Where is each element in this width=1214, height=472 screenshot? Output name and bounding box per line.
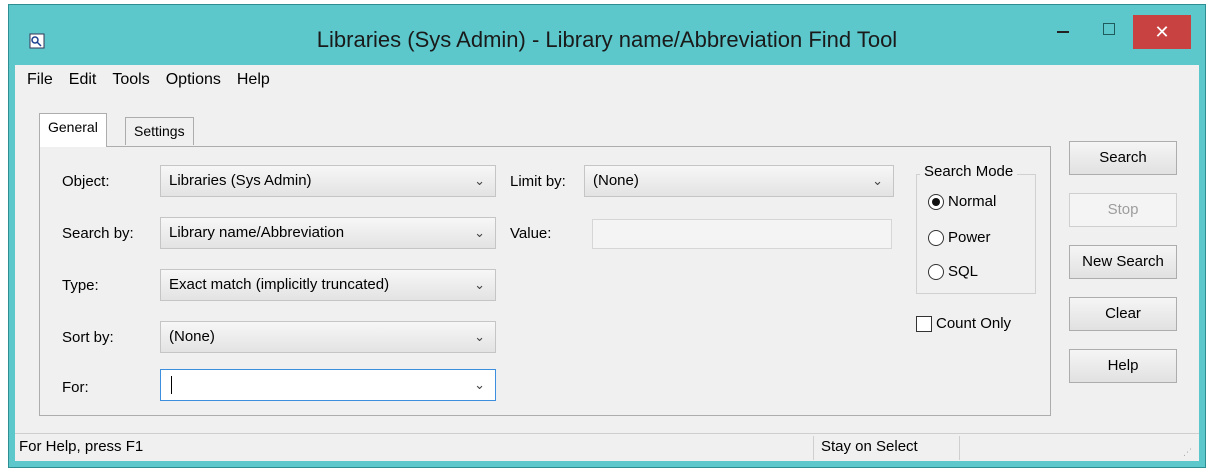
value-input: [592, 219, 892, 249]
menu-edit[interactable]: Edit: [61, 71, 105, 89]
search-mode-title: Search Mode: [920, 163, 1018, 180]
sort-by-value: (None): [169, 328, 215, 345]
status-bar: For Help, press F1 Stay on Select ⋰: [15, 433, 1199, 461]
text-caret: [171, 376, 172, 394]
tab-general[interactable]: General: [39, 113, 107, 147]
checkbox-unchecked-icon: [916, 315, 932, 332]
count-only-checkbox[interactable]: Count Only: [916, 315, 1011, 332]
search-by-value: Library name/Abbreviation: [169, 224, 345, 241]
radio-sql[interactable]: SQL: [928, 263, 978, 280]
radio-power[interactable]: Power: [928, 229, 991, 246]
chevron-down-icon: ⌄: [474, 173, 485, 188]
help-button[interactable]: Help: [1069, 349, 1177, 383]
tab-settings[interactable]: Settings: [125, 117, 194, 145]
count-only-label: Count Only: [936, 315, 1012, 332]
new-search-button[interactable]: New Search: [1069, 245, 1177, 279]
maximize-button[interactable]: [1089, 15, 1129, 49]
close-button[interactable]: ✕: [1133, 15, 1191, 49]
window-title: Libraries (Sys Admin) - Library name/Abb…: [316, 27, 898, 52]
close-icon: ✕: [1154, 22, 1170, 42]
type-label: Type:: [62, 277, 99, 294]
radio-sql-label: SQL: [948, 263, 979, 280]
limit-by-value: (None): [593, 172, 639, 189]
sort-by-label: Sort by:: [62, 329, 114, 346]
radio-normal[interactable]: Normal: [928, 193, 996, 210]
menu-file[interactable]: File: [19, 71, 61, 89]
for-label: For:: [62, 379, 89, 396]
title-bar[interactable]: Libraries (Sys Admin) - Library name/Abb…: [9, 5, 1205, 65]
chevron-down-icon: ⌄: [872, 173, 883, 188]
limit-by-label: Limit by:: [510, 173, 566, 190]
client-area: File Edit Tools Options Help General Set…: [15, 65, 1199, 461]
search-by-select[interactable]: Library name/Abbreviation ⌄: [160, 217, 496, 249]
type-value: Exact match (implicitly truncated): [169, 276, 390, 293]
minimize-button[interactable]: [1043, 15, 1083, 49]
clear-button[interactable]: Clear: [1069, 297, 1177, 331]
object-select[interactable]: Libraries (Sys Admin) ⌄: [160, 165, 496, 197]
status-help-text: For Help, press F1: [19, 438, 144, 455]
chevron-down-icon: ⌄: [474, 329, 485, 344]
status-mode-text: Stay on Select: [821, 438, 918, 455]
menu-help[interactable]: Help: [229, 71, 278, 89]
app-window: Libraries (Sys Admin) - Library name/Abb…: [8, 4, 1206, 468]
search-by-label: Search by:: [62, 225, 134, 242]
value-label: Value:: [510, 225, 552, 242]
chevron-down-icon: ⌄: [474, 377, 485, 392]
for-input[interactable]: ⌄: [160, 369, 496, 401]
menu-options[interactable]: Options: [158, 71, 229, 89]
radio-selected-icon: [928, 193, 944, 210]
object-label: Object:: [62, 173, 110, 190]
stop-button[interactable]: Stop: [1069, 193, 1177, 227]
sort-by-select[interactable]: (None) ⌄: [160, 321, 496, 353]
object-value: Libraries (Sys Admin): [169, 172, 312, 189]
chevron-down-icon: ⌄: [474, 277, 485, 292]
radio-unselected-icon: [928, 229, 944, 246]
menu-bar: File Edit Tools Options Help: [15, 65, 1199, 95]
status-divider: [813, 436, 814, 460]
maximize-icon: [1103, 23, 1115, 35]
chevron-down-icon: ⌄: [474, 225, 485, 240]
minimize-icon: [1057, 31, 1069, 33]
radio-power-label: Power: [948, 229, 991, 246]
radio-normal-label: Normal: [948, 193, 997, 210]
general-tab-panel: Object: Libraries (Sys Admin) ⌄ Search b…: [39, 146, 1051, 416]
resize-grip-icon[interactable]: ⋰: [1183, 447, 1193, 457]
type-select[interactable]: Exact match (implicitly truncated) ⌄: [160, 269, 496, 301]
menu-tools[interactable]: Tools: [104, 71, 157, 89]
radio-unselected-icon: [928, 263, 944, 280]
search-button[interactable]: Search: [1069, 141, 1177, 175]
limit-by-select[interactable]: (None) ⌄: [584, 165, 894, 197]
status-divider: [959, 436, 960, 460]
